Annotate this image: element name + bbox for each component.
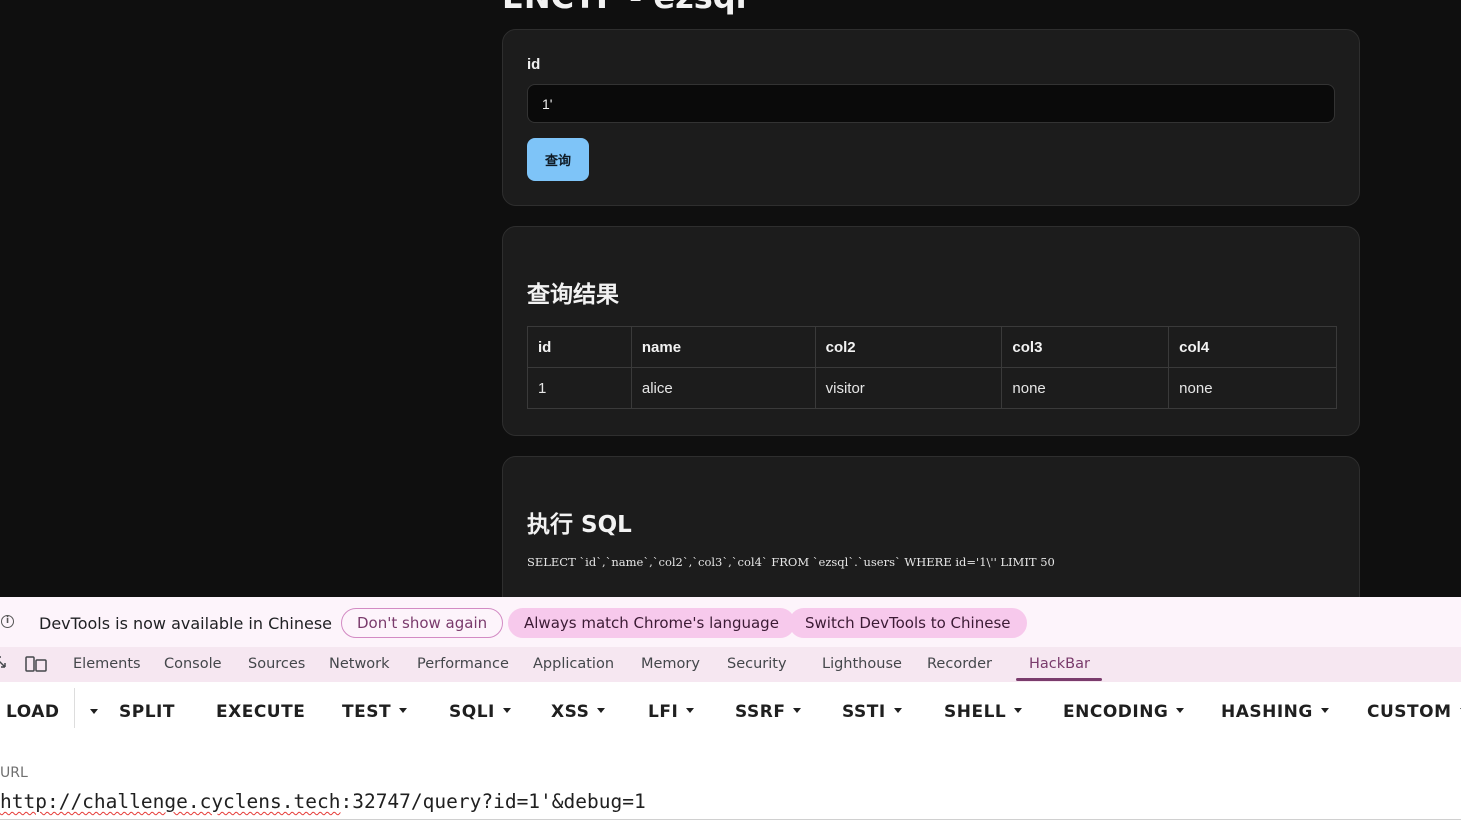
hackbar-encoding-menu[interactable]: ENCODING: [1063, 702, 1185, 722]
hackbar-toolbar: LOAD SPLIT EXECUTE TEST SQLI XSS LFI SSR…: [0, 682, 1461, 742]
tab-performance[interactable]: Performance: [417, 656, 509, 672]
active-tab-indicator: [1016, 678, 1102, 681]
hackbar-lfi-menu[interactable]: LFI: [648, 702, 695, 722]
tab-console[interactable]: Console: [164, 656, 222, 672]
info-icon: i: [1, 615, 14, 628]
hackbar-hashing-menu[interactable]: HASHING: [1221, 702, 1329, 722]
tab-recorder[interactable]: Recorder: [927, 656, 992, 672]
menu-label: SSRF: [735, 702, 786, 722]
chevron-down-icon: [686, 707, 695, 713]
table-cell: 1: [527, 367, 632, 409]
menu-label: SHELL: [944, 702, 1007, 722]
hackbar-sqli-menu[interactable]: SQLI: [449, 702, 511, 722]
id-field-label: id: [527, 56, 541, 73]
id-input[interactable]: [527, 84, 1335, 123]
tab-lighthouse[interactable]: Lighthouse: [822, 656, 902, 672]
column-header: col3: [1001, 326, 1170, 368]
hackbar-xss-menu[interactable]: XSS: [551, 702, 606, 722]
chevron-down-icon: [502, 707, 511, 713]
url-input-underline: [0, 819, 1461, 820]
hackbar-ssrf-menu[interactable]: SSRF: [735, 702, 802, 722]
menu-label: XSS: [551, 702, 590, 722]
url-host-part: http://challenge.cyclens.tech: [0, 790, 341, 813]
results-table: id name col2 col3 col4 1 alice visitor n…: [527, 326, 1337, 409]
hackbar-load-button[interactable]: LOAD: [6, 702, 60, 722]
hackbar-execute-button[interactable]: EXECUTE: [216, 702, 305, 722]
hackbar-custom-menu[interactable]: CUSTOM: [1367, 702, 1461, 722]
column-header: id: [527, 326, 632, 368]
menu-label: TEST: [342, 702, 392, 722]
table-cell: none: [1001, 367, 1170, 409]
tab-memory[interactable]: Memory: [641, 656, 700, 672]
menu-label: HASHING: [1221, 702, 1313, 722]
tab-sources[interactable]: Sources: [248, 656, 305, 672]
sql-title: 执行 SQL: [527, 512, 632, 538]
hackbar-ssti-menu[interactable]: SSTI: [842, 702, 902, 722]
tab-security[interactable]: Security: [727, 656, 787, 672]
query-results-card: 查询结果 id name col2 col3 col4 1 alice visi…: [502, 226, 1360, 436]
chevron-down-icon: [1014, 707, 1023, 713]
table-row: 1 alice visitor none none: [527, 367, 1337, 409]
column-header: col4: [1168, 326, 1337, 368]
devtools-tab-bar: Elements Console Sources Network Perform…: [0, 647, 1461, 682]
chevron-down-icon: [1176, 707, 1185, 713]
table-cell: alice: [630, 367, 816, 409]
dont-show-again-button[interactable]: Don't show again: [341, 608, 504, 638]
tab-hackbar[interactable]: HackBar: [1029, 656, 1090, 672]
hackbar-shell-menu[interactable]: SHELL: [944, 702, 1023, 722]
switch-to-chinese-button[interactable]: Switch DevTools to Chinese: [789, 608, 1027, 638]
chevron-down-icon: [793, 707, 802, 713]
executed-sql-card: 执行 SQL SELECT `id`,`name`,`col2`,`col3`,…: [502, 456, 1360, 597]
always-match-language-button[interactable]: Always match Chrome's language: [508, 608, 795, 638]
url-input[interactable]: http://challenge.cyclens.tech:32747/quer…: [0, 790, 646, 813]
device-toolbar-icon[interactable]: [25, 655, 47, 673]
menu-label: LFI: [648, 702, 679, 722]
query-form-card: id 查询: [502, 29, 1360, 206]
column-header: col2: [814, 326, 1003, 368]
menu-label: CUSTOM: [1367, 702, 1452, 722]
chevron-down-icon: [597, 707, 606, 713]
page-title: ENCTF - ezsql: [502, 0, 747, 16]
language-banner-message: DevTools is now available in Chinese: [39, 614, 332, 633]
hackbar-split-button[interactable]: SPLIT: [119, 702, 175, 722]
menu-label: SQLI: [449, 702, 495, 722]
hackbar-test-menu[interactable]: TEST: [342, 702, 408, 722]
devtools-panel: i DevTools is now available in Chinese D…: [0, 597, 1461, 824]
column-header: name: [630, 326, 816, 368]
chevron-down-icon: [399, 707, 408, 713]
query-button[interactable]: 查询: [527, 138, 589, 181]
language-banner: i DevTools is now available in Chinese D…: [0, 597, 1461, 647]
load-dropdown-caret-icon[interactable]: [90, 709, 98, 714]
chevron-down-icon: [893, 707, 902, 713]
sql-statement: SELECT `id`,`name`,`col2`,`col3`,`col4` …: [527, 555, 1055, 569]
web-page: ENCTF - ezsql id 查询 查询结果 id name col2 co…: [0, 0, 1461, 597]
tab-elements[interactable]: Elements: [73, 656, 141, 672]
url-path-part: :32747/query?id=1'&debug=1: [340, 790, 646, 813]
results-title: 查询结果: [527, 282, 619, 308]
menu-label: ENCODING: [1063, 702, 1169, 722]
button-divider: [74, 688, 75, 728]
table-cell: none: [1168, 367, 1337, 409]
inspect-element-icon[interactable]: [0, 656, 8, 670]
chevron-down-icon: [1320, 707, 1329, 713]
url-label: URL: [0, 765, 28, 781]
tab-application[interactable]: Application: [533, 656, 614, 672]
table-header-row: id name col2 col3 col4: [527, 326, 1337, 368]
table-cell: visitor: [814, 367, 1003, 409]
menu-label: SSTI: [842, 702, 886, 722]
tab-network[interactable]: Network: [329, 656, 390, 672]
